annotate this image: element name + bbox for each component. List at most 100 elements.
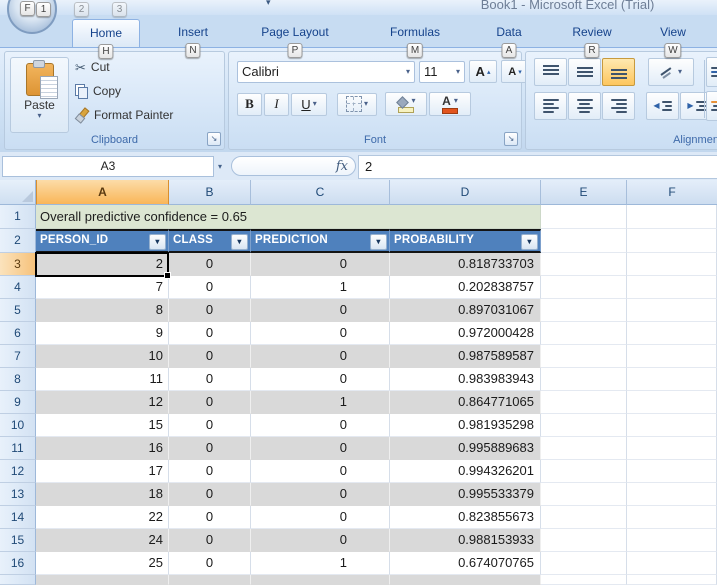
cell-probability[interactable]: 0.674070765 — [390, 552, 541, 575]
cell-empty[interactable] — [541, 391, 627, 414]
header-cell-class[interactable]: CLASS ▾ — [169, 229, 251, 253]
cell-empty[interactable] — [627, 253, 717, 276]
bold-button[interactable]: B — [237, 93, 262, 116]
grow-font-button[interactable]: A ▴ — [469, 60, 497, 83]
tab-insert[interactable]: Insert N — [160, 19, 226, 46]
row-header[interactable] — [0, 575, 36, 585]
row-header[interactable]: 11 — [0, 437, 36, 460]
name-box-dropdown-icon[interactable]: ▾ — [212, 156, 228, 177]
clipboard-dialog-launcher[interactable]: ↘ — [207, 132, 221, 146]
cell-probability[interactable]: 0.823855673 — [390, 506, 541, 529]
tab-data[interactable]: Data A — [478, 19, 540, 46]
cell-probability[interactable]: 0.983983943 — [390, 368, 541, 391]
cell-empty[interactable] — [541, 276, 627, 299]
header-cell-person-id[interactable]: PERSON_ID ▾ — [36, 229, 169, 253]
banner-cell[interactable]: Overall predictive confidence = 0.65 — [36, 205, 541, 229]
cell-empty[interactable] — [541, 368, 627, 391]
cell-probability[interactable]: 0.995889683 — [390, 437, 541, 460]
name-box[interactable]: A3 — [2, 156, 214, 177]
filter-button[interactable]: ▾ — [370, 234, 387, 250]
borders-button[interactable]: ▾ — [337, 93, 377, 116]
middle-align-button[interactable] — [568, 58, 601, 86]
cell-empty[interactable] — [541, 345, 627, 368]
cell-empty[interactable] — [541, 552, 627, 575]
cell-empty[interactable] — [541, 322, 627, 345]
column-header-c[interactable]: C — [251, 180, 390, 205]
insert-function-button[interactable]: fx — [231, 156, 356, 176]
cell-prediction[interactable]: 0 — [251, 529, 390, 552]
cell-prediction[interactable]: 0 — [251, 345, 390, 368]
cell-probability[interactable]: 0.864771065 — [390, 391, 541, 414]
column-header-a[interactable]: A — [36, 180, 169, 205]
tab-view[interactable]: View W — [642, 19, 704, 46]
cell-empty[interactable] — [541, 460, 627, 483]
row-header[interactable]: 16 — [0, 552, 36, 575]
cell-class[interactable]: 0 — [169, 552, 251, 575]
font-size-combobox[interactable]: 11 ▾ — [419, 61, 465, 83]
cell-prediction[interactable]: 1 — [251, 552, 390, 575]
tab-formulas[interactable]: Formulas M — [372, 19, 458, 46]
format-painter-button[interactable]: Format Painter — [75, 108, 173, 122]
cell-empty[interactable] — [627, 299, 717, 322]
orientation-button[interactable]: ▾ — [648, 58, 694, 86]
row-header[interactable]: 4 — [0, 276, 36, 299]
paste-button[interactable]: Paste ▾ — [10, 57, 69, 133]
cut-button[interactable]: ✂ Cut — [75, 60, 110, 74]
formula-input[interactable]: 2 — [358, 155, 717, 179]
header-cell-probability[interactable]: PROBABILITY ▾ — [390, 229, 541, 253]
cell-empty[interactable] — [627, 391, 717, 414]
wrap-text-button[interactable] — [706, 57, 717, 87]
column-header-b[interactable]: B — [169, 180, 251, 205]
cell-class[interactable]: 0 — [169, 529, 251, 552]
cell[interactable] — [251, 575, 390, 585]
cell-prediction[interactable]: 0 — [251, 253, 390, 276]
cell-empty[interactable] — [541, 506, 627, 529]
cell-class[interactable]: 0 — [169, 391, 251, 414]
cell[interactable] — [36, 575, 169, 585]
align-right-button[interactable] — [602, 92, 635, 120]
cell-empty[interactable] — [627, 506, 717, 529]
cell-person-id[interactable]: 10 — [36, 345, 169, 368]
cell-class[interactable]: 0 — [169, 368, 251, 391]
cell-empty[interactable] — [541, 229, 627, 253]
cell-prediction[interactable]: 0 — [251, 322, 390, 345]
row-header[interactable]: 9 — [0, 391, 36, 414]
cell-empty[interactable] — [627, 575, 717, 585]
font-name-combobox[interactable]: Calibri ▾ — [237, 61, 415, 83]
cell-class[interactable]: 0 — [169, 506, 251, 529]
cell-person-id[interactable]: 22 — [36, 506, 169, 529]
fill-color-button[interactable]: ▾ — [385, 92, 427, 116]
row-header-1[interactable]: 1 — [0, 205, 36, 229]
bottom-align-button[interactable] — [602, 58, 635, 86]
cell-class[interactable]: 0 — [169, 276, 251, 299]
cell-prediction[interactable]: 0 — [251, 506, 390, 529]
cell-person-id[interactable]: 9 — [36, 322, 169, 345]
row-header[interactable]: 7 — [0, 345, 36, 368]
cell-person-id[interactable]: 16 — [36, 437, 169, 460]
row-header[interactable]: 10 — [0, 414, 36, 437]
cell[interactable] — [169, 575, 251, 585]
cell-probability[interactable]: 0.994326201 — [390, 460, 541, 483]
cell-probability[interactable]: 0.988153933 — [390, 529, 541, 552]
cell-person-id[interactable]: 25 — [36, 552, 169, 575]
cell-prediction[interactable]: 1 — [251, 391, 390, 414]
cell[interactable] — [390, 575, 541, 585]
cell-probability[interactable]: 0.987589587 — [390, 345, 541, 368]
cell-empty[interactable] — [627, 437, 717, 460]
font-dialog-launcher[interactable]: ↘ — [504, 132, 518, 146]
cell-empty[interactable] — [627, 552, 717, 575]
cell-prediction[interactable]: 0 — [251, 483, 390, 506]
row-header[interactable]: 6 — [0, 322, 36, 345]
italic-button[interactable]: I — [264, 93, 289, 116]
cell-probability[interactable]: 0.995533379 — [390, 483, 541, 506]
cell-empty[interactable] — [541, 253, 627, 276]
cell-person-id[interactable]: 12 — [36, 391, 169, 414]
align-left-button[interactable] — [534, 92, 567, 120]
cell-class[interactable]: 0 — [169, 253, 251, 276]
qat-more-icon[interactable]: ▾ — [266, 0, 271, 8]
cell-person-id[interactable]: 11 — [36, 368, 169, 391]
cell-person-id[interactable]: 7 — [36, 276, 169, 299]
cell-probability[interactable]: 0.972000428 — [390, 322, 541, 345]
header-cell-prediction[interactable]: PREDICTION ▾ — [251, 229, 390, 253]
cell-empty[interactable] — [627, 276, 717, 299]
